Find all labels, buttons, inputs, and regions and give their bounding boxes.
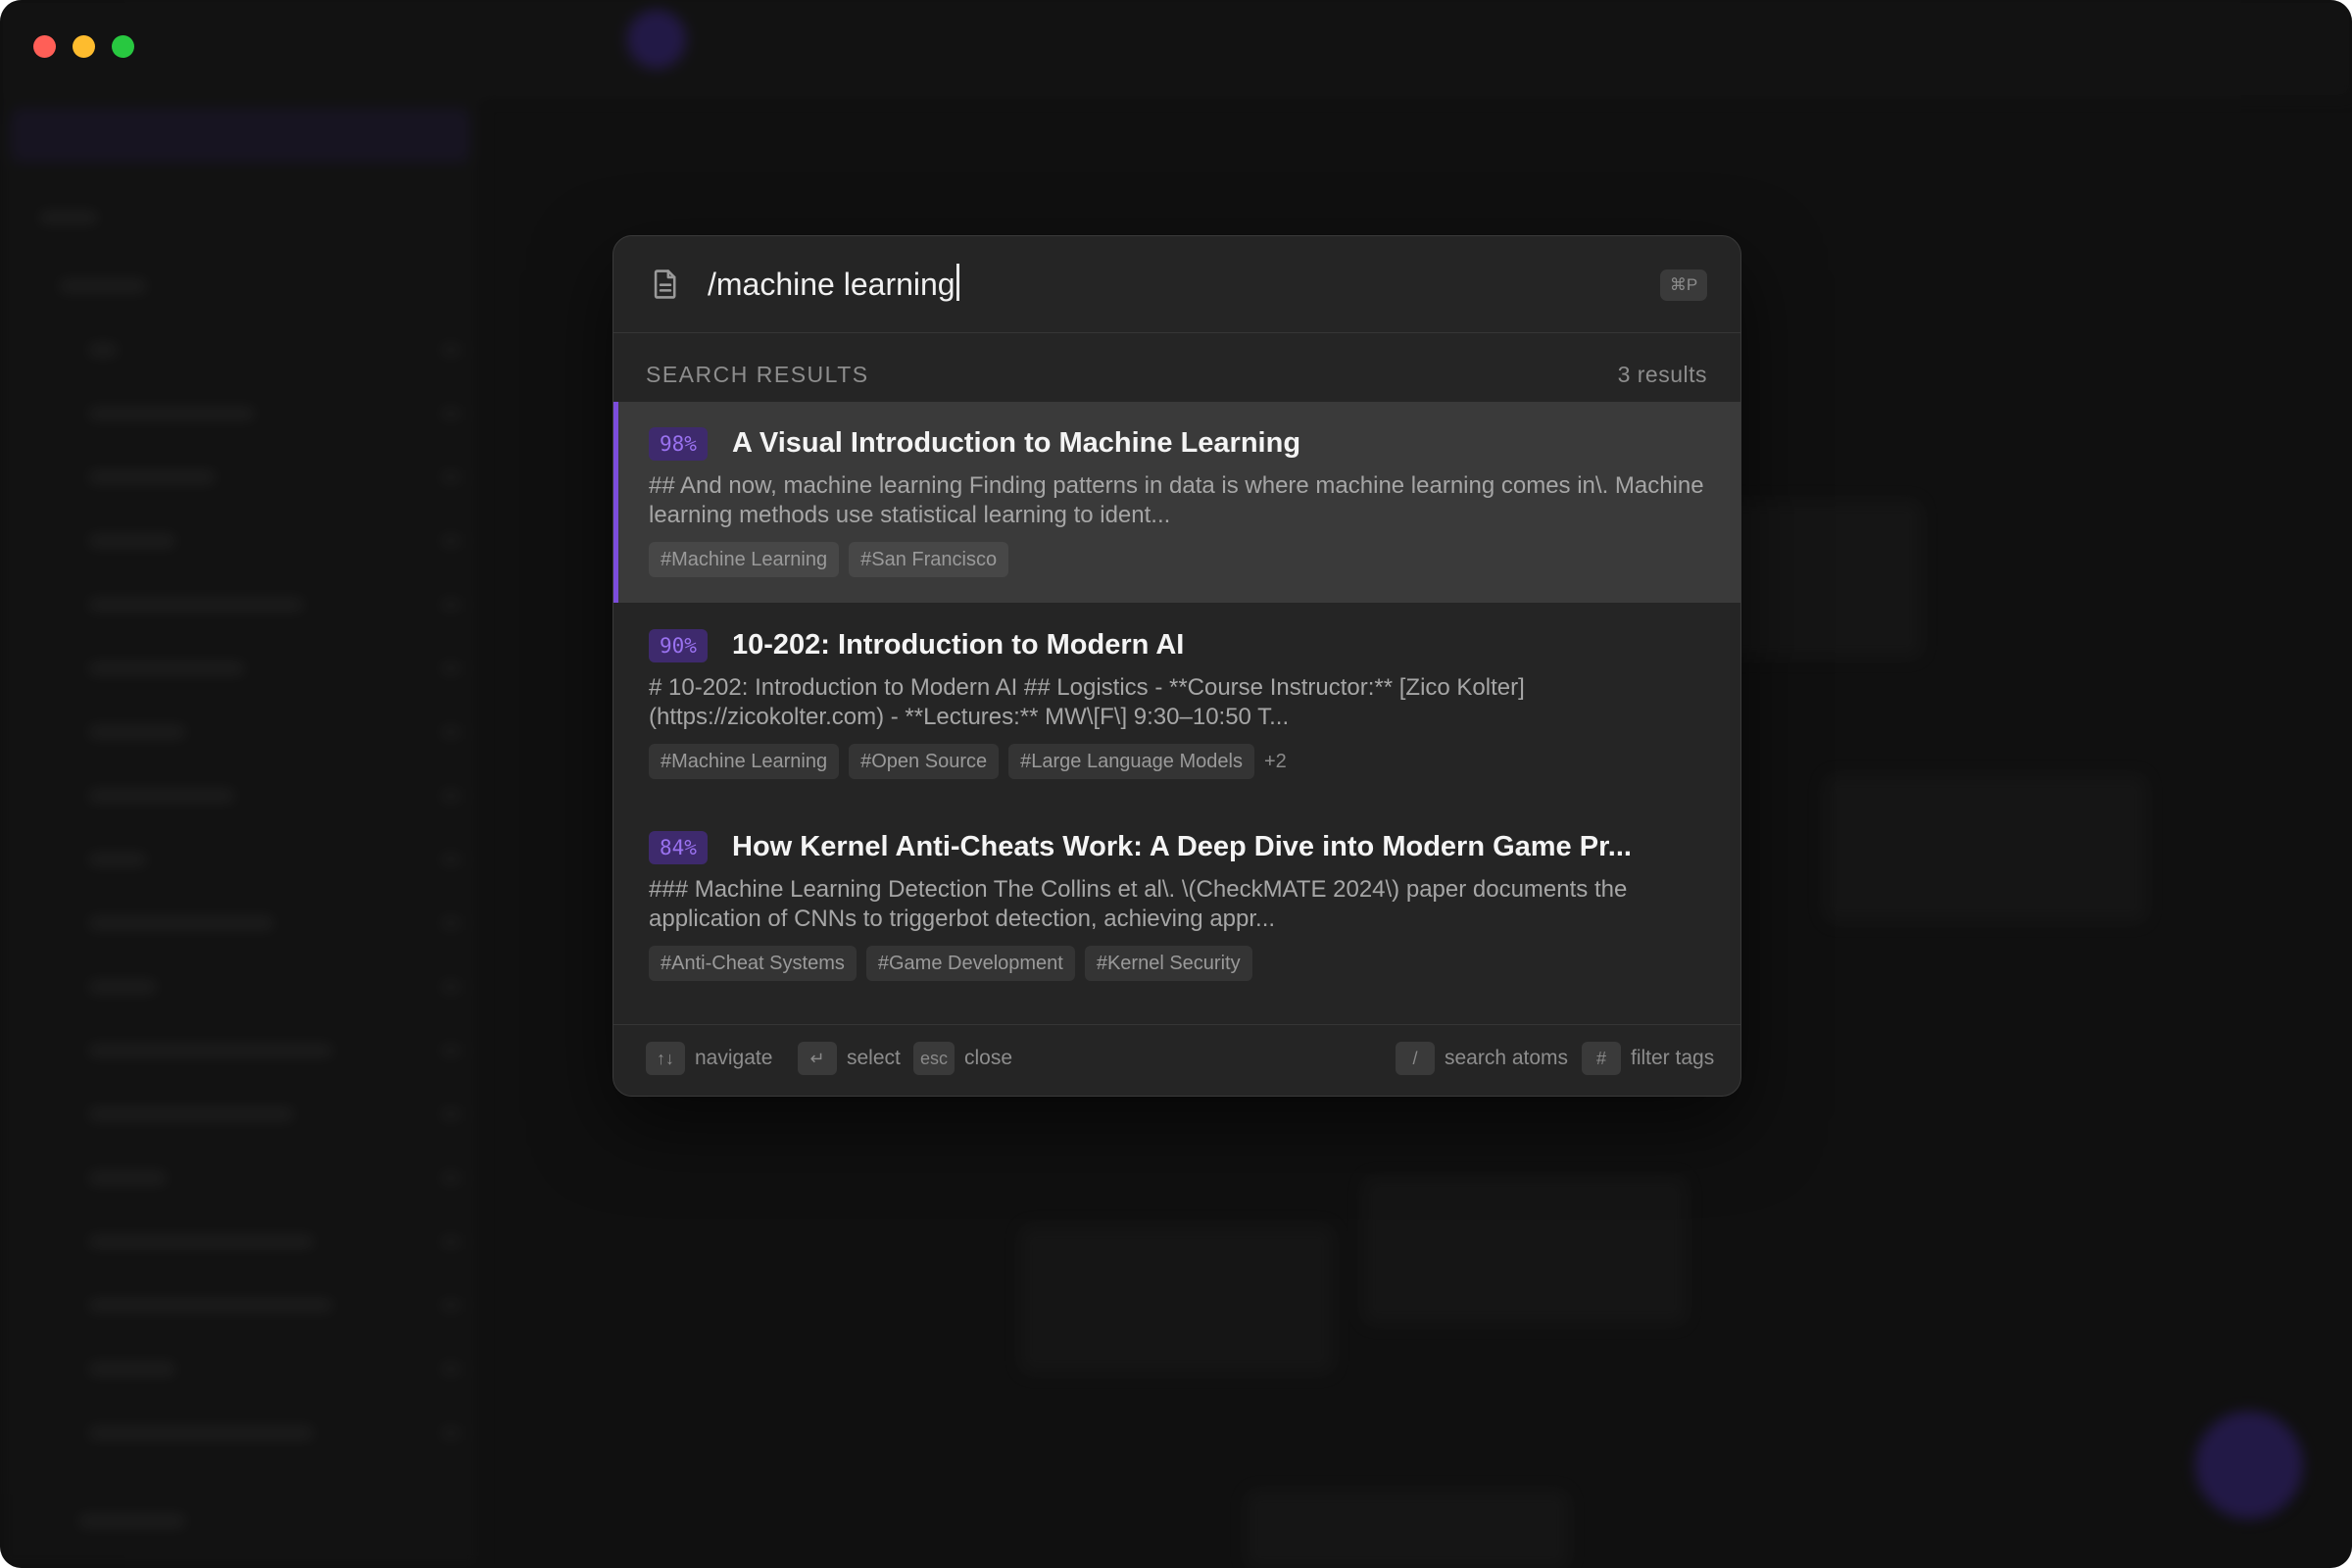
- hash-key-icon: #: [1582, 1042, 1621, 1075]
- tag[interactable]: #Open Source: [849, 744, 1000, 779]
- result-snippet: ## And now, machine learning Finding pat…: [649, 472, 1704, 528]
- arrows-key-icon: ↑↓: [646, 1042, 685, 1075]
- hint-select: ↵ select: [798, 1041, 901, 1076]
- score-badge: 84%: [649, 831, 708, 864]
- tag[interactable]: #Large Language Models: [1008, 744, 1254, 779]
- search-input[interactable]: /machine learning: [708, 262, 959, 307]
- hint-search-atoms: / search atoms: [1396, 1041, 1568, 1076]
- zoom-window-button[interactable]: [112, 35, 134, 58]
- search-result[interactable]: 98% A Visual Introduction to Machine Lea…: [613, 402, 1740, 603]
- result-snippet: ### Machine Learning Detection The Colli…: [649, 876, 1628, 932]
- enter-key-icon: ↵: [798, 1042, 837, 1075]
- results-header: SEARCH RESULTS 3 results: [646, 358, 1707, 391]
- tag[interactable]: #Anti-Cheat Systems: [649, 946, 857, 981]
- score-badge: 98%: [649, 427, 708, 461]
- hint-label: select: [847, 1047, 901, 1069]
- shortcut-badge: ⌘P: [1660, 270, 1707, 301]
- document-icon: [654, 270, 676, 299]
- text-caret: [956, 264, 959, 301]
- keyboard-hints: ↑↓ navigate ↵ select esc close / search …: [613, 1024, 1740, 1096]
- search-query: /machine learning: [708, 267, 956, 302]
- search-palette: /machine learning ⌘P SEARCH RESULTS 3 re…: [612, 235, 1741, 1097]
- hint-filter-tags: # filter tags: [1582, 1041, 1714, 1076]
- results-label: SEARCH RESULTS: [646, 362, 869, 387]
- results-count: 3 results: [1617, 362, 1707, 387]
- score-badge: 90%: [649, 629, 708, 662]
- search-result[interactable]: 90% 10-202: Introduction to Modern AI # …: [613, 604, 1740, 805]
- esc-key-icon: esc: [913, 1042, 956, 1075]
- result-title: 10-202: Introduction to Modern AI: [732, 629, 1185, 661]
- tag[interactable]: #Kernel Security: [1084, 946, 1252, 981]
- hint-label: filter tags: [1631, 1047, 1715, 1069]
- search-result[interactable]: 84% How Kernel Anti-Cheats Work: A Deep …: [613, 806, 1740, 1006]
- close-window-button[interactable]: [33, 35, 56, 58]
- result-title: A Visual Introduction to Machine Learnin…: [732, 427, 1301, 459]
- hint-close: esc close: [913, 1041, 1012, 1076]
- tag[interactable]: #San Francisco: [849, 542, 1009, 577]
- search-bar: /machine learning ⌘P: [613, 236, 1740, 333]
- tag[interactable]: #Machine Learning: [649, 542, 840, 577]
- minimize-window-button[interactable]: [73, 35, 95, 58]
- more-tags-count: +2: [1263, 751, 1287, 772]
- tag-list: #Machine Learning #San Francisco: [649, 542, 1009, 577]
- tag[interactable]: #Machine Learning: [649, 744, 840, 779]
- hint-label: close: [964, 1047, 1013, 1069]
- result-title: How Kernel Anti-Cheats Work: A Deep Dive…: [732, 831, 1632, 862]
- tag[interactable]: #Game Development: [865, 946, 1075, 981]
- hint-label: search atoms: [1445, 1047, 1569, 1069]
- app-window: /machine learning ⌘P SEARCH RESULTS 3 re…: [0, 0, 2352, 1568]
- slash-key-icon: /: [1396, 1042, 1435, 1075]
- hint-label: navigate: [695, 1047, 773, 1069]
- hint-navigate: ↑↓ navigate: [646, 1041, 772, 1076]
- result-snippet: # 10-202: Introduction to Modern AI ## L…: [649, 674, 1525, 730]
- tag-list: #Machine Learning #Open Source #Large La…: [649, 744, 1287, 779]
- tag-list: #Anti-Cheat Systems #Game Development #K…: [649, 946, 1252, 981]
